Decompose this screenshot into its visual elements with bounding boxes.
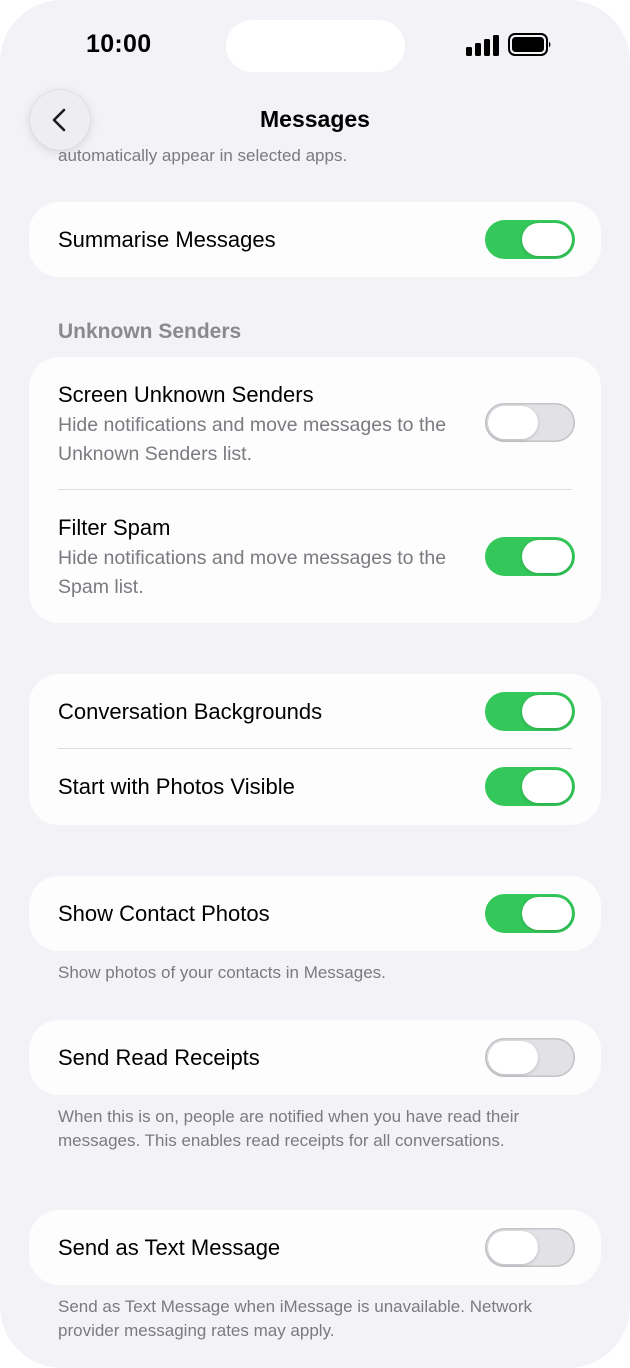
navigation-bar: Messages — [0, 88, 630, 154]
cellular-signal-icon — [466, 34, 500, 56]
battery-full-icon — [508, 33, 551, 56]
read-receipts-label: Send Read Receipts — [58, 1045, 260, 1070]
screen-unknown-senders-toggle[interactable] — [485, 403, 575, 442]
text-message-label: Send as Text Message — [58, 1235, 281, 1260]
photos-visible-toggle[interactable] — [485, 767, 575, 806]
text-message-row: Send as Text Message — [29, 1210, 601, 1285]
text-message-toggle[interactable] — [485, 1228, 575, 1267]
contact-photos-footnote: Show photos of your contacts in Messages… — [58, 963, 386, 982]
read-receipts-toggle[interactable] — [485, 1038, 575, 1077]
screen: 10:00 automatically appear in selected a… — [0, 0, 630, 1368]
filter-spam-toggle[interactable] — [485, 537, 575, 576]
photos-visible-label: Start with Photos Visible — [58, 774, 295, 799]
photos-visible-row: Start with Photos Visible — [29, 749, 601, 825]
section-header-unknown-senders: Unknown Senders — [58, 320, 242, 343]
status-time: 10:00 — [86, 30, 152, 58]
contact-photos-card: Show Contact Photos — [29, 876, 601, 951]
screen-unknown-senders-description: Hide notifications and move messages to … — [58, 414, 447, 465]
unknown-senders-card: Screen Unknown Senders Hide notification… — [29, 357, 601, 623]
page-title: Messages — [260, 106, 370, 132]
text-message-footnote: Send as Text Message when iMessage is un… — [58, 1297, 533, 1340]
filter-spam-row: Filter Spam Hide notifications and move … — [29, 490, 601, 623]
conversation-backgrounds-label: Conversation Backgrounds — [58, 699, 323, 724]
read-receipts-footnote: When this is on, people are notified whe… — [58, 1107, 520, 1150]
conversation-backgrounds-row: Conversation Backgrounds — [29, 674, 601, 748]
filter-spam-description: Hide notifications and move messages to … — [58, 547, 447, 598]
conversation-backgrounds-toggle[interactable] — [485, 692, 575, 731]
screen-unknown-senders-label: Screen Unknown Senders — [58, 382, 314, 407]
summarise-card: Summarise Messages — [29, 202, 601, 277]
read-receipts-row: Send Read Receipts — [29, 1020, 601, 1095]
filter-spam-label: Filter Spam — [58, 515, 171, 540]
text-message-card: Send as Text Message — [29, 1210, 601, 1285]
backgrounds-card: Conversation Backgrounds Start with Phot… — [29, 674, 601, 825]
summarise-toggle[interactable] — [485, 220, 575, 259]
contact-photos-row: Show Contact Photos — [29, 876, 601, 951]
dynamic-island — [226, 20, 405, 72]
contact-photos-toggle[interactable] — [485, 894, 575, 933]
summarise-row: Summarise Messages — [29, 202, 601, 277]
status-bar: 10:00 — [0, 0, 630, 90]
screen-unknown-senders-row: Screen Unknown Senders Hide notification… — [29, 357, 601, 489]
contact-photos-label: Show Contact Photos — [58, 901, 270, 926]
read-receipts-card: Send Read Receipts — [29, 1020, 601, 1095]
summarise-label: Summarise Messages — [58, 227, 276, 252]
